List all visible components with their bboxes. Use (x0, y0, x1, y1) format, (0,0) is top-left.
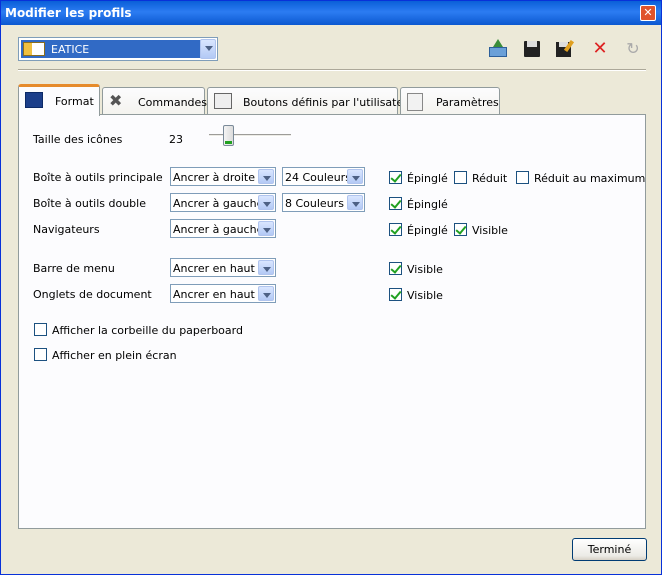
refresh-icon[interactable]: ↻ (622, 39, 644, 59)
menu-bar-visible-label: Visible (407, 263, 443, 276)
show-trash-checkbox[interactable] (34, 323, 47, 336)
doc-tabs-visible-label: Visible (407, 289, 443, 302)
tab-settings-label: Paramètres (436, 96, 499, 109)
tools-icon: ✖ (109, 91, 123, 110)
main-toolbox-pinned-label: Épinglé (407, 172, 448, 185)
save-as-icon[interactable] (554, 39, 576, 59)
chevron-down-icon[interactable] (258, 195, 274, 210)
navigators-position-select[interactable]: Ancrer à gauche (170, 219, 276, 238)
edit-profiles-window: Modifier les profils ✕ EATICE ✕ ↻ Format… (0, 0, 662, 575)
tab-user-buttons-label: Boutons définis par l'utilisateur (243, 96, 415, 109)
icon-size-value: 23 (169, 133, 183, 146)
separator (18, 69, 646, 71)
chevron-down-icon[interactable] (258, 221, 274, 236)
user-buttons-icon (214, 93, 232, 109)
double-toolbox-pinned-checkbox[interactable] (389, 197, 402, 210)
chevron-down-icon[interactable] (258, 286, 274, 301)
navigators-visible-checkbox[interactable] (454, 223, 467, 236)
tab-format-label: Format (55, 95, 94, 108)
main-toolbox-reduced-label: Réduit (472, 172, 508, 185)
menu-bar-visible-checkbox[interactable] (389, 262, 402, 275)
delete-icon[interactable]: ✕ (589, 39, 611, 59)
icon-size-slider-track[interactable] (209, 134, 291, 137)
main-toolbox-pinned-checkbox[interactable] (389, 171, 402, 184)
main-toolbox-position-select[interactable]: Ancrer à droite (170, 167, 276, 186)
double-toolbox-colors-value: 8 Couleurs (285, 197, 344, 210)
double-toolbox-position-value: Ancrer à gauche (173, 197, 264, 210)
profile-name: EATICE (51, 43, 90, 56)
fullscreen-label: Afficher en plein écran (52, 349, 177, 362)
main-toolbox-colors-value: 24 Couleurs (285, 171, 351, 184)
tab-settings[interactable]: Paramètres (400, 87, 500, 115)
navigators-label: Navigateurs (33, 223, 100, 236)
main-toolbox-position-value: Ancrer à droite (173, 171, 255, 184)
settings-icon (407, 93, 423, 111)
double-toolbox-position-select[interactable]: Ancrer à gauche (170, 193, 276, 212)
done-button[interactable]: Terminé (572, 538, 647, 561)
main-toolbox-colors-select[interactable]: 24 Couleurs (282, 167, 365, 186)
chevron-down-icon[interactable] (258, 169, 274, 184)
chevron-down-icon[interactable] (347, 169, 363, 184)
doc-tabs-visible-checkbox[interactable] (389, 288, 402, 301)
tab-format[interactable]: Format (18, 84, 100, 116)
navigators-position-value: Ancrer à gauche (173, 223, 264, 236)
main-toolbox-reduced-checkbox[interactable] (454, 171, 467, 184)
main-toolbox-label: Boîte à outils principale (33, 171, 163, 184)
double-toolbox-pinned-label: Épinglé (407, 198, 448, 211)
chevron-down-icon[interactable] (258, 260, 274, 275)
chevron-down-icon[interactable] (200, 39, 216, 59)
export-icon[interactable] (487, 39, 509, 59)
main-toolbox-max-reduced-label: Réduit au maximum (534, 172, 646, 185)
show-trash-label: Afficher la corbeille du paperboard (52, 324, 243, 337)
format-grid-icon (25, 92, 43, 108)
double-toolbox-label: Boîte à outils double (33, 197, 146, 210)
doc-tabs-position-select[interactable]: Ancrer en haut (170, 284, 276, 303)
menu-bar-label: Barre de menu (33, 262, 115, 275)
title-bar[interactable]: Modifier les profils ✕ (1, 1, 661, 25)
profile-selected-value: EATICE (21, 40, 201, 58)
double-toolbox-colors-select[interactable]: 8 Couleurs (282, 193, 365, 212)
icon-size-label: Taille des icônes (33, 133, 123, 146)
icon-size-slider-thumb[interactable] (223, 125, 234, 146)
tab-user-buttons[interactable]: Boutons définis par l'utilisateur (207, 87, 415, 115)
window-title: Modifier les profils (5, 6, 132, 20)
tab-commands[interactable]: ✖ Commandes (102, 87, 208, 115)
profile-select[interactable]: EATICE (18, 37, 218, 61)
format-panel: Taille des icônes 23 Boîte à outils prin… (18, 114, 646, 529)
doc-tabs-label: Onglets de document (33, 288, 152, 301)
menu-bar-position-value: Ancrer en haut (173, 262, 255, 275)
fullscreen-checkbox[interactable] (34, 348, 47, 361)
menu-bar-position-select[interactable]: Ancrer en haut (170, 258, 276, 277)
chevron-down-icon[interactable] (347, 195, 363, 210)
navigators-pinned-label: Épinglé (407, 224, 448, 237)
navigators-visible-label: Visible (472, 224, 508, 237)
tab-commands-label: Commandes (138, 96, 208, 109)
save-icon[interactable] (521, 39, 543, 59)
doc-tabs-position-value: Ancrer en haut (173, 288, 255, 301)
profile-picture-icon (23, 42, 45, 56)
navigators-pinned-checkbox[interactable] (389, 223, 402, 236)
main-toolbox-max-reduced-checkbox[interactable] (516, 171, 529, 184)
close-button[interactable]: ✕ (640, 5, 656, 21)
